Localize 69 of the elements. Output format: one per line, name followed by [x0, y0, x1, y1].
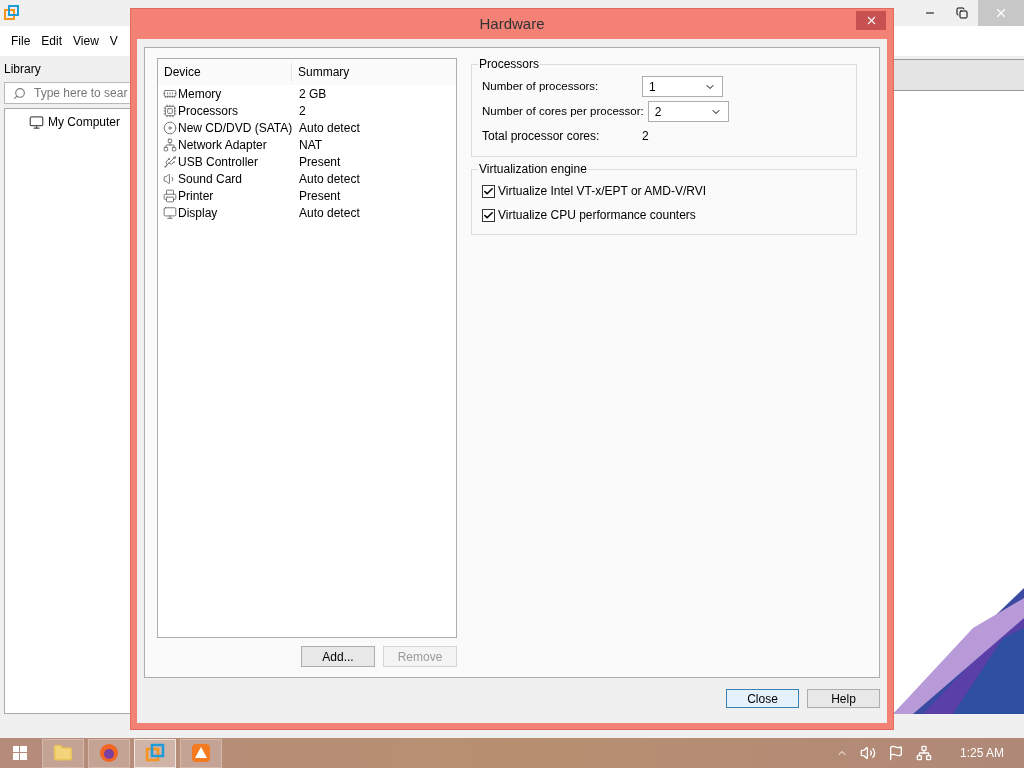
device-summary: Auto detect	[299, 204, 360, 222]
taskbar-app[interactable]	[180, 738, 222, 768]
dialog-title: Hardware	[479, 13, 545, 34]
dropdown[interactable]: 1	[642, 76, 723, 97]
device-name: Printer	[178, 187, 214, 205]
device-name: Processors	[178, 102, 239, 120]
taskbar-app[interactable]	[42, 738, 84, 768]
group-title: Virtualization engine	[478, 163, 588, 175]
device-name: Sound Card	[178, 170, 243, 188]
app-logo-icon	[4, 5, 20, 21]
device-summary: Auto detect	[299, 119, 360, 137]
dialog-close-button[interactable]	[856, 11, 886, 30]
menu-item[interactable]: Edit	[41, 32, 63, 50]
network-icon[interactable]	[915, 745, 932, 761]
list-button[interactable]: Add...	[301, 646, 375, 667]
monitor-icon	[163, 205, 177, 220]
total-cores-value: 2	[642, 128, 649, 145]
device-row[interactable]: Display Auto detect	[158, 204, 456, 221]
tree-item[interactable]: My Computer	[48, 113, 121, 131]
device-row[interactable]: Processors 2	[158, 102, 456, 119]
device-summary: 2 GB	[299, 85, 327, 103]
device-row[interactable]: USB Controller Present	[158, 153, 456, 170]
usb-icon	[163, 154, 177, 169]
device-row[interactable]: New CD/DVD (SATA) Auto detect	[158, 119, 456, 136]
close-icon	[994, 6, 1008, 20]
device-name: New CD/DVD (SATA)	[178, 119, 293, 137]
device-name: Memory	[178, 85, 222, 103]
device-row[interactable]: Network Adapter NAT	[158, 136, 456, 153]
field-label: Number of processors:	[482, 78, 600, 94]
column-header[interactable]: Device	[158, 63, 292, 81]
menu-item[interactable]: File	[11, 32, 31, 50]
windows-icon	[13, 746, 27, 760]
checkbox[interactable]	[482, 184, 495, 198]
dropdown[interactable]: 2	[647, 101, 729, 122]
library-title: Library	[4, 61, 41, 78]
device-name: Network Adapter	[178, 136, 267, 154]
printer-icon	[163, 188, 177, 203]
checkbox[interactable]	[482, 208, 495, 222]
device-summary: Auto detect	[299, 170, 360, 188]
checkbox-label: Virtualize Intel VT-x/EPT or AMD-V/RVI	[498, 183, 707, 200]
triangle-app-icon	[191, 743, 211, 763]
restore-icon	[956, 7, 968, 19]
device-name: USB Controller	[178, 153, 259, 171]
menu-item[interactable]: View	[73, 32, 99, 50]
column-header[interactable]: Summary	[292, 63, 350, 81]
network-icon	[163, 137, 177, 152]
device-summary: Present	[299, 153, 341, 171]
chip-icon	[163, 103, 177, 118]
device-row[interactable]: Memory 2 GB	[158, 85, 456, 102]
device-row[interactable]: Printer Present	[158, 187, 456, 204]
computer-icon	[29, 114, 44, 130]
flag-icon[interactable]	[887, 745, 904, 761]
overlapping-squares-icon	[145, 743, 165, 763]
device-row[interactable]: Sound Card Auto detect	[158, 170, 456, 187]
disc-icon	[163, 120, 177, 135]
dialog-button[interactable]: Close	[726, 688, 799, 708]
device-name: Display	[178, 204, 218, 222]
folder-icon	[53, 743, 73, 763]
search-icon	[13, 86, 26, 100]
dialog-button[interactable]: Help	[807, 688, 880, 708]
field-label: Total processor cores:	[482, 128, 601, 145]
device-summary: Present	[299, 187, 341, 205]
checkbox-label: Virtualize CPU performance counters	[498, 207, 696, 224]
device-summary: NAT	[299, 136, 323, 154]
menu-item[interactable]: V	[109, 32, 118, 50]
group-title: Processors	[478, 58, 541, 70]
field-label: Number of cores per processor:	[482, 103, 645, 119]
taskbar-app[interactable]	[88, 738, 130, 768]
device-summary: 2	[299, 102, 306, 120]
